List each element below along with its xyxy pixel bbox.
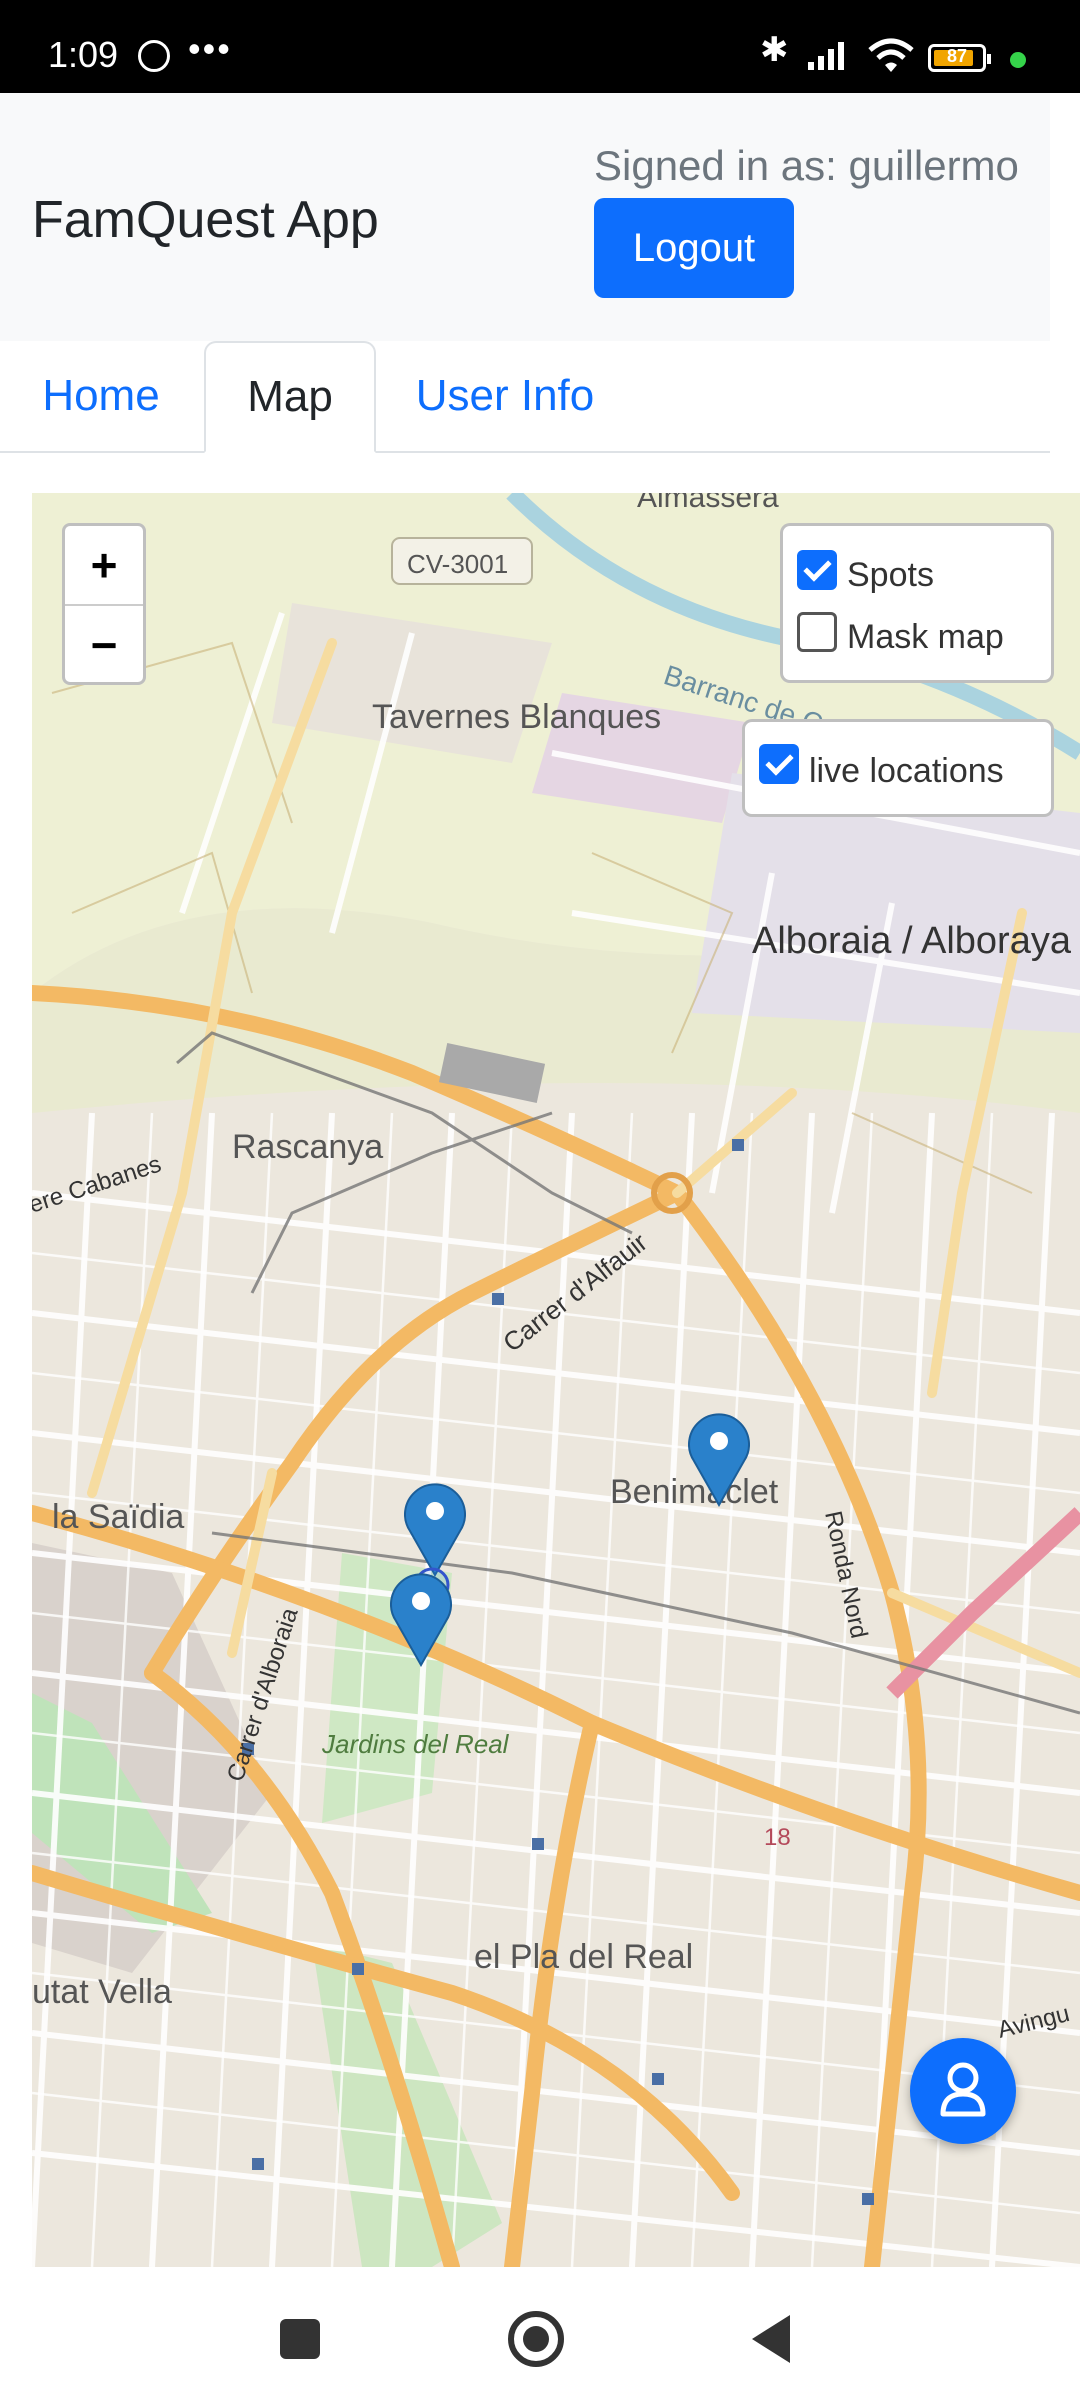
mask-map-label: Mask map bbox=[847, 618, 1004, 656]
spots-label: Spots bbox=[847, 556, 934, 594]
label-cv3001: CV-3001 bbox=[407, 549, 508, 579]
spots-checkbox[interactable] bbox=[797, 550, 837, 590]
camera-indicator-dot bbox=[1010, 52, 1026, 68]
zoom-control: + − bbox=[62, 523, 146, 685]
signal-icon bbox=[808, 42, 844, 70]
battery-icon: 87 bbox=[928, 44, 991, 72]
label-rascanya: Rascanya bbox=[232, 1128, 383, 1166]
recent-apps-icon[interactable] bbox=[280, 2319, 320, 2359]
tab-map[interactable]: Map bbox=[204, 341, 376, 453]
tab-bar: Home Map User Info bbox=[0, 341, 1050, 453]
more-notifications-icon: ••• bbox=[188, 28, 232, 69]
tab-home[interactable]: Home bbox=[10, 341, 192, 451]
system-nav-bar bbox=[0, 2267, 1080, 2400]
person-icon bbox=[940, 2062, 986, 2117]
whatsapp-icon bbox=[138, 40, 170, 72]
logout-button[interactable]: Logout bbox=[594, 198, 794, 298]
mask-map-checkbox[interactable] bbox=[797, 612, 837, 652]
label-tavernes-blanques: Tavernes Blanques bbox=[372, 698, 661, 736]
live-locations-checkbox[interactable] bbox=[759, 744, 799, 784]
zoom-in-button[interactable]: + bbox=[65, 526, 143, 606]
map-pin-icon[interactable] bbox=[688, 1413, 750, 1507]
user-location-button[interactable] bbox=[910, 2038, 1016, 2144]
label-ciutat-vella: utat Vella bbox=[32, 1973, 172, 2011]
back-icon[interactable] bbox=[752, 2315, 790, 2363]
signed-in-text: Signed in as: guillermo bbox=[594, 142, 1019, 189]
map-view[interactable]: Almassera CV-3001 Tavernes Blanques Barr… bbox=[32, 493, 1080, 2267]
zoom-out-button[interactable]: − bbox=[65, 606, 143, 684]
tab-user-info[interactable]: User Info bbox=[390, 341, 620, 451]
wifi-icon bbox=[868, 38, 914, 72]
app-brand[interactable]: FamQuest App bbox=[32, 190, 379, 250]
label-almassera: Almassera bbox=[637, 493, 779, 514]
bluetooth-icon: ✱ bbox=[760, 31, 789, 69]
label-pla-del-real: el Pla del Real bbox=[474, 1938, 693, 1976]
label-jardins: Jardins del Real bbox=[321, 1729, 510, 1759]
home-icon[interactable] bbox=[508, 2311, 564, 2367]
battery-level: 87 bbox=[946, 46, 968, 66]
live-locations-label: live locations bbox=[809, 752, 1004, 790]
label-alboraia: Alboraia / Alboraya bbox=[752, 920, 1072, 962]
status-time: 1:09 bbox=[48, 34, 119, 75]
label-18: 18 bbox=[764, 1824, 791, 1851]
status-bar: 1:09 ••• ✱ 87 bbox=[0, 0, 1080, 93]
map-pin-icon[interactable] bbox=[390, 1573, 452, 1667]
live-locations-control: live locations bbox=[742, 719, 1054, 817]
layers-control: Spots Mask map bbox=[780, 523, 1054, 683]
label-la-saidia: la Saïdia bbox=[52, 1498, 184, 1536]
